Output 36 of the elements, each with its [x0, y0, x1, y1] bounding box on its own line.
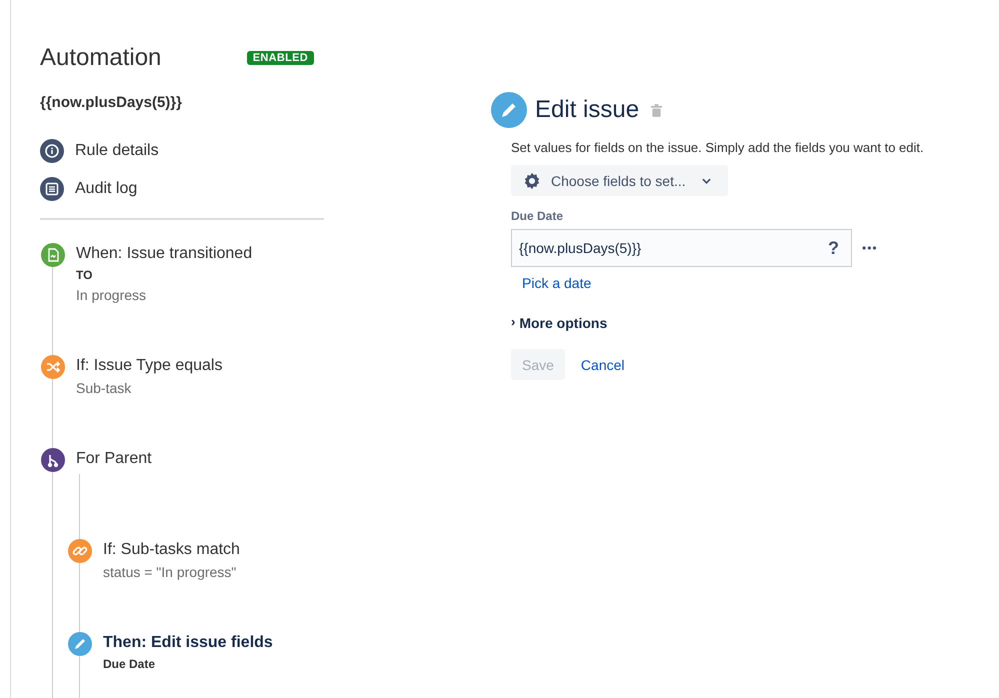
branch-icon[interactable] [41, 448, 65, 472]
due-date-field[interactable]: {{now.plusDays(5)}} ? [511, 229, 852, 267]
step-detail: Sub-task [76, 380, 132, 396]
info-icon [40, 139, 64, 163]
more-menu[interactable]: ••• [862, 241, 878, 255]
more-options-toggle[interactable]: › More options [511, 315, 924, 331]
step-detail: TO [76, 268, 94, 282]
choose-fields-dropdown[interactable]: Choose fields to set... [511, 165, 728, 196]
description: Set values for fields on the issue. Simply add the fields you want to edit. [511, 140, 924, 155]
link-icon[interactable] [68, 539, 92, 563]
field-label: Due Date [511, 209, 564, 223]
step-detail: status = "In progress" [103, 564, 238, 580]
pick-date-link[interactable]: Pick a date [522, 275, 592, 291]
list-icon [40, 177, 64, 201]
status-badge: ENABLED [246, 51, 314, 65]
step-detail: In progress [76, 287, 148, 303]
sidebar-link[interactable]: Rule details [75, 142, 159, 160]
step-detail: Due Date [103, 657, 156, 671]
shuffle-icon[interactable] [41, 355, 65, 379]
panel-title: Edit issue [535, 96, 640, 124]
step-title[interactable]: For Parent [76, 450, 152, 468]
step-title[interactable]: If: Issue Type equals [76, 357, 222, 375]
pencil-icon [491, 92, 527, 128]
pencil-icon[interactable] [68, 632, 92, 656]
page-title: Automation [40, 44, 162, 72]
help-icon[interactable]: ? [828, 238, 839, 258]
rule-name: {{now.plusDays(5)}} [40, 94, 183, 111]
document-icon[interactable] [41, 243, 65, 267]
cancel-link[interactable]: Cancel [580, 356, 625, 372]
step-title[interactable]: Then: Edit issue fields [103, 634, 273, 652]
settings-icon [523, 172, 541, 190]
caret-icon [702, 178, 711, 184]
trash-icon[interactable] [651, 104, 662, 116]
step-title[interactable]: If: Sub-tasks match [103, 541, 240, 559]
sidebar-link[interactable]: Audit log [75, 180, 138, 198]
step-title[interactable]: When: Issue transitioned [76, 245, 252, 263]
